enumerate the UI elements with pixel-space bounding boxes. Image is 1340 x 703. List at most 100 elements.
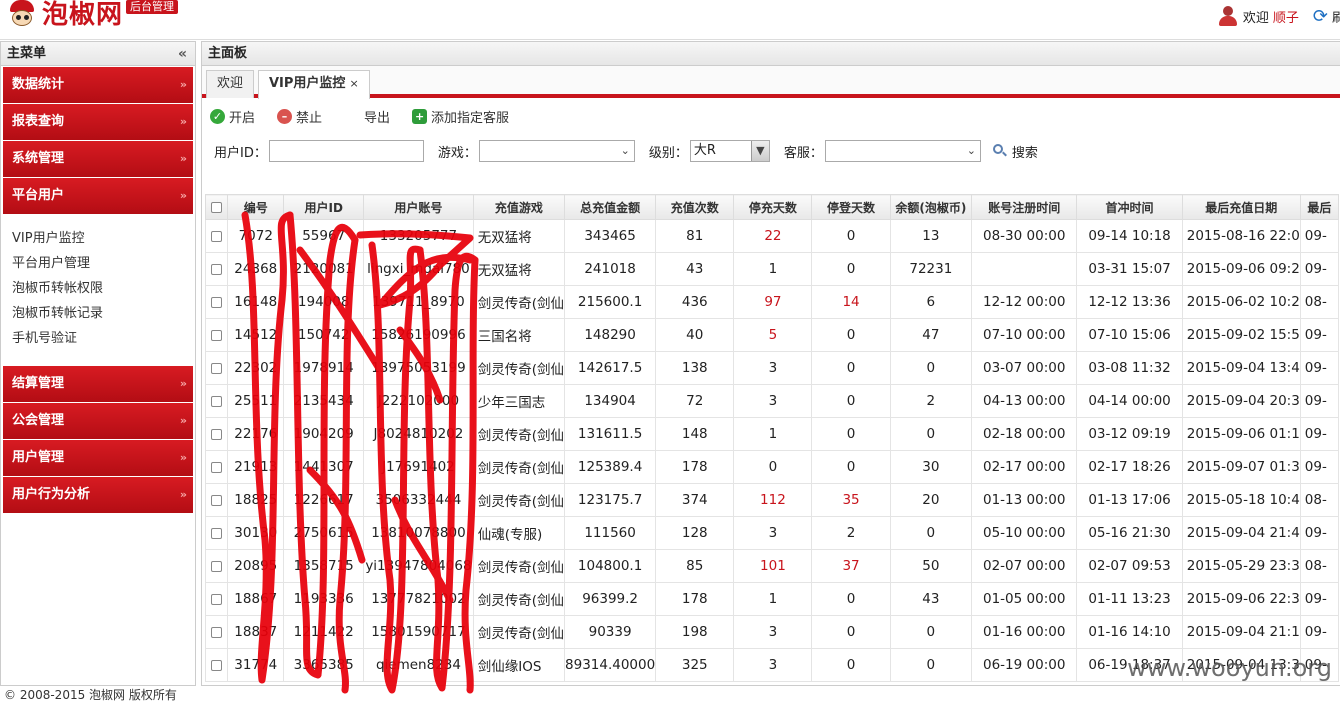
table-row[interactable]: 18867 1193336 13777821002 剑灵传奇(剑仙 96399.2 178… (205, 582, 1339, 616)
table-cell: 50 (889, 549, 973, 583)
close-tab-icon[interactable]: × (349, 77, 358, 90)
column-header[interactable]: 余额(泡椒币) (889, 194, 973, 220)
sidebar-group-top-3[interactable]: 平台用户 » (3, 178, 193, 214)
table-cell: 03-31 15:07 (1076, 252, 1183, 286)
app-header: 泡椒网 后台管理 欢迎 顺子 ⟳ 刷 (0, 0, 1340, 40)
table-row[interactable]: 30130 2750615 13810078800 仙魂(专服) 111560 128 3 2… (205, 516, 1339, 550)
table-cell: 09- (1299, 582, 1339, 616)
column-header[interactable]: 停充天数 (733, 194, 813, 220)
row-checkbox[interactable] (205, 384, 229, 418)
table-row[interactable]: 20895 1358715 yi13947804068 剑灵传奇(剑仙 104800.1… (205, 549, 1339, 583)
tab-vip-monitor[interactable]: VIP用户监控 × (258, 70, 370, 99)
submenu-item[interactable]: 泡椒币转帐权限 (12, 276, 195, 301)
column-header[interactable]: 首冲时间 (1076, 194, 1183, 220)
column-header[interactable]: 停登天数 (811, 194, 891, 220)
row-checkbox[interactable] (205, 285, 229, 319)
table-cell: 31774 (227, 648, 285, 682)
table-cell: 09- (1299, 318, 1339, 352)
user-id-input[interactable] (268, 140, 424, 162)
refresh-label[interactable]: 刷 (1332, 7, 1340, 26)
column-header[interactable]: 总充值金额 (564, 194, 657, 220)
refresh-icon[interactable]: ⟳ (1313, 6, 1328, 27)
table-cell: 72231 (889, 252, 973, 286)
row-checkbox[interactable] (205, 549, 229, 583)
sidebar-group-top-0[interactable]: 数据统计 » (3, 67, 193, 103)
row-checkbox[interactable] (205, 318, 229, 352)
column-header[interactable]: 充值次数 (655, 194, 735, 220)
submenu-item[interactable]: 泡椒币转帐记录 (12, 301, 195, 326)
enable-button[interactable]: ✓ 开启 (210, 107, 255, 126)
row-checkbox[interactable] (205, 351, 229, 385)
column-header[interactable]: 最后充值日期 (1181, 194, 1301, 220)
table-cell: 09- (1299, 417, 1339, 451)
row-checkbox[interactable] (205, 516, 229, 550)
column-header[interactable]: 最后 (1299, 194, 1339, 220)
table-cell: 150742 (283, 318, 365, 352)
logo[interactable]: 泡椒网 后台管理 (4, 0, 179, 32)
user-id-label: 用户ID： (214, 145, 267, 161)
row-checkbox[interactable] (205, 582, 229, 616)
table-cell: 剑灵传奇(剑仙 (472, 285, 566, 319)
table-row[interactable]: 22302 1978914 13975053199 剑灵传奇(剑仙 142617.5 13… (205, 351, 1339, 385)
sidebar-group-bottom-1[interactable]: 公会管理 » (3, 403, 193, 439)
submenu-item[interactable]: VIP用户监控 (12, 226, 195, 251)
table-cell: 96399.2 (564, 582, 657, 616)
disable-button[interactable]: – 禁止 (277, 107, 322, 126)
row-checkbox[interactable] (205, 648, 229, 682)
table-row[interactable]: 7072 55967 133205777 无双猛将 343465 81 22 0 13 08-30… (205, 219, 1339, 253)
search-button[interactable]: 搜索 (992, 142, 1038, 161)
row-checkbox[interactable] (205, 483, 229, 517)
sidebar-group-top-1[interactable]: 报表查询 » (3, 104, 193, 140)
game-select[interactable]: ⌄ (478, 140, 635, 162)
submenu-item[interactable]: 平台用户管理 (12, 251, 195, 276)
table-cell: 03-08 11:32 (1076, 351, 1183, 385)
table-row[interactable]: 21913 1441307 J17691402 剑灵传奇(剑仙 125389.4 178 0… (205, 450, 1339, 484)
row-checkbox[interactable] (205, 417, 229, 451)
table-row[interactable]: 24368 2120081 lingxi_mdai780 无双猛将 241018 43 1 0… (205, 252, 1339, 286)
table-cell: 无双猛将 (472, 252, 566, 286)
sidebar-group-bottom-0[interactable]: 结算管理 » (3, 366, 193, 402)
column-header[interactable]: 用户ID (283, 194, 365, 220)
column-header[interactable]: 充值游戏 (472, 194, 566, 220)
submenu-item[interactable]: 手机号验证 (12, 326, 195, 351)
table-cell: 148290 (564, 318, 657, 352)
collapse-sidebar-icon[interactable]: « (178, 42, 187, 66)
sidebar-group-top-2[interactable]: 系统管理 » (3, 141, 193, 177)
table-cell: 剑灵传奇(剑仙 (472, 450, 566, 484)
sidebar-group-bottom-2[interactable]: 用户管理 » (3, 440, 193, 476)
row-checkbox[interactable] (205, 615, 229, 649)
table-cell: 0 (889, 351, 973, 385)
table-cell: 3 (733, 351, 813, 385)
service-label: 客服： (783, 145, 823, 161)
table-row[interactable]: 18837 1211422 15801590717 剑灵传奇(剑仙 90339 198 3 0… (205, 615, 1339, 649)
sidebar-group-label: 数据统计 (12, 77, 65, 92)
table-row[interactable]: 14512 150742 15826190996 三国名将 148290 40 5 0 47 07… (205, 318, 1339, 352)
row-checkbox[interactable] (205, 219, 229, 253)
tab-welcome[interactable]: 欢迎 (206, 70, 255, 98)
column-header[interactable]: 账号注册时间 (971, 194, 1078, 220)
level-select[interactable]: 大R ▼ (689, 140, 770, 162)
add-service-button[interactable]: + 添加指定客服 (412, 107, 509, 126)
column-header[interactable]: 用户账号 (363, 194, 474, 220)
sidebar-group-bottom-3[interactable]: 用户行为分析 » (3, 477, 193, 513)
row-checkbox[interactable] (205, 450, 229, 484)
table-cell: 0 (889, 417, 973, 451)
service-select[interactable]: ⌄ (824, 140, 981, 162)
table-row[interactable]: 16148 194008 139711_8970 剑灵传奇(剑仙 215600.1 436… (205, 285, 1339, 319)
select-all-checkbox[interactable] (205, 194, 229, 220)
table-row[interactable]: 22176 1904209 J8024810202 剑灵传奇(剑仙 131611.5 14… (205, 417, 1339, 451)
table-cell: 1441307 (283, 450, 365, 484)
table-cell: 128 (655, 516, 735, 550)
table-row[interactable]: 25511 2135434 J222102000 少年三国志 134904 72 3 0 2 04… (205, 384, 1339, 418)
main-panel-title: 主面板 (202, 42, 1340, 66)
table-cell: 0 (889, 615, 973, 649)
sidebar-group-label: 平台用户 (12, 188, 65, 203)
table-row[interactable]: 18825 1226617 3506332444 剑灵传奇(剑仙 123175.7 374… (205, 483, 1339, 517)
table-cell: 43 (655, 252, 735, 286)
export-button[interactable]: 导出 (364, 107, 390, 126)
username-link[interactable]: 顺子 (1273, 7, 1299, 26)
row-checkbox[interactable] (205, 252, 229, 286)
sidebar-group-label: 结算管理 (12, 376, 65, 391)
column-header[interactable]: 编号 (227, 194, 285, 220)
table-cell: 01-16 14:10 (1076, 615, 1183, 649)
